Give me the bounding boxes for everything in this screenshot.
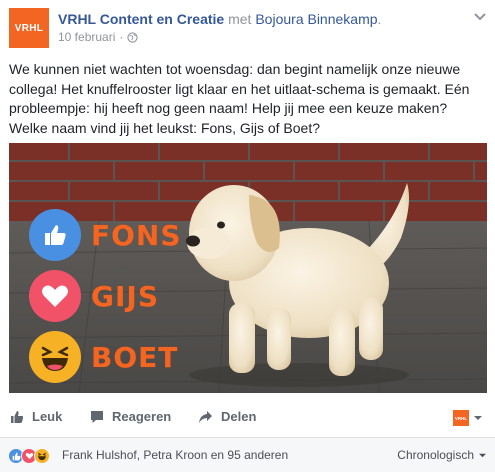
reactions-footer: Frank Hulshof, Petra Kroon en 95 anderen… [0, 438, 495, 472]
haha-icon [34, 448, 50, 464]
post-date[interactable]: 10 februari [58, 30, 115, 44]
comment-order-selector[interactable]: Chronologisch [397, 448, 487, 462]
share-icon [199, 410, 212, 423]
meta-separator: · [119, 30, 124, 44]
globe-icon[interactable] [127, 31, 139, 43]
tagged-person-link[interactable]: Bojoura Binnekamp [255, 11, 377, 27]
caret-down-icon [479, 453, 486, 457]
like-label: Leuk [32, 409, 63, 424]
love-reaction-icon [29, 270, 81, 322]
thumbs-up-icon [11, 410, 24, 423]
comment-order-label: Chronologisch [397, 448, 474, 462]
page-avatar[interactable]: VRHL [9, 8, 49, 48]
comment-button[interactable]: Reageren [90, 409, 171, 424]
comment-label: Reageren [112, 409, 172, 424]
comment-icon [91, 410, 103, 423]
act-as-page-logo: VRHL [453, 410, 469, 426]
option-gijs: GIJS [29, 270, 159, 322]
author-line: VRHL Content en Creatie met Bojoura Binn… [58, 11, 382, 27]
post-meta: 10 februari · [58, 30, 139, 44]
like-reaction-icon [29, 209, 81, 261]
option-fons: FONS [29, 209, 182, 261]
post-photo[interactable]: FONS GIJS BOET [9, 143, 487, 393]
caret-down-icon [474, 416, 482, 420]
page-logo-text: VRHL [14, 22, 44, 34]
option-label-boet: BOET [91, 340, 179, 374]
share-button[interactable]: Delen [198, 409, 256, 424]
action-bar: Leuk Reageren Delen VRHL [0, 403, 495, 435]
reactors-text[interactable]: Frank Hulshof, Petra Kroon en 95 anderen [62, 448, 288, 462]
act-as-selector[interactable]: VRHL [453, 410, 483, 426]
option-label-fons: FONS [91, 218, 182, 252]
option-boet: BOET [29, 331, 178, 383]
with-word: met [228, 11, 252, 27]
option-label-gijs: GIJS [91, 279, 159, 313]
post-options-chevron-icon[interactable] [473, 12, 487, 22]
share-label: Delen [221, 409, 257, 424]
like-button[interactable]: Leuk [10, 409, 62, 424]
post-text: We kunnen niet wachten tot woensdag: dan… [9, 61, 470, 136]
reaction-summary[interactable] [8, 448, 50, 464]
haha-reaction-icon [29, 331, 81, 383]
page-name-link[interactable]: VRHL Content en Creatie [58, 11, 224, 27]
post-header: VRHL VRHL Content en Creatie met Bojoura… [9, 8, 489, 48]
